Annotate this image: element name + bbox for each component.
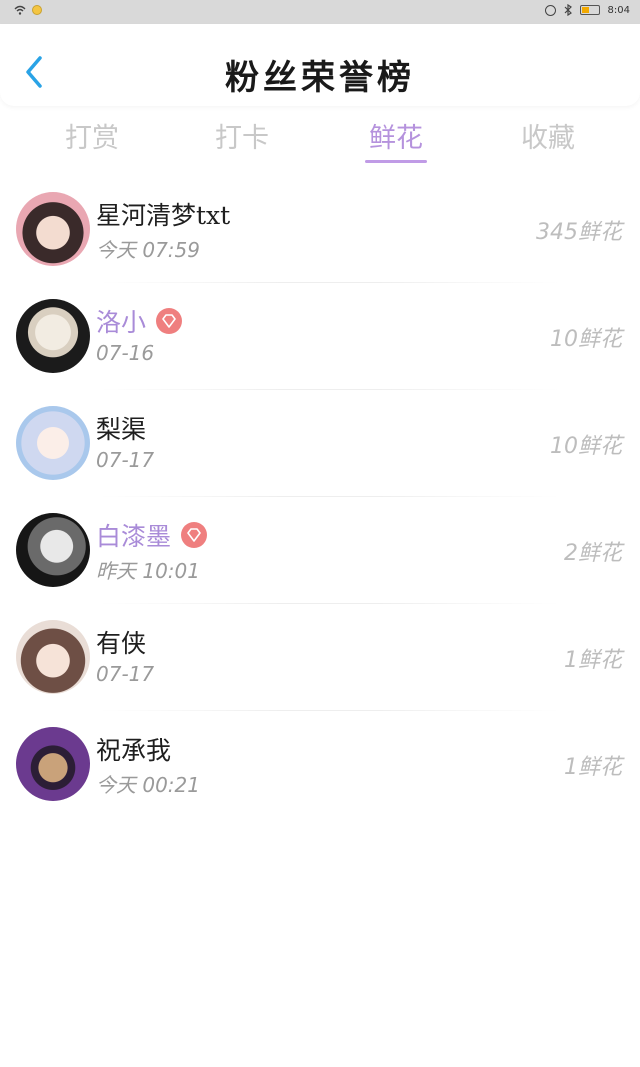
- fan-time: 昨天 10:01: [96, 559, 200, 583]
- fan-time: 今天 07:59: [96, 238, 200, 262]
- tab-bar: 打赏 打卡 鲜花 收藏: [0, 108, 640, 168]
- list-item[interactable]: 星河清梦txt 今天 07:59 345鲜花: [0, 176, 640, 283]
- avatar[interactable]: [16, 406, 90, 480]
- notification-app-icon: [32, 5, 42, 15]
- tab-favorites[interactable]: 收藏: [488, 116, 608, 155]
- avatar[interactable]: [16, 513, 90, 587]
- wifi-icon: [14, 5, 26, 15]
- list-item[interactable]: 洛小 07-16 10鲜花: [0, 283, 640, 390]
- status-bar: 8:04: [0, 0, 640, 24]
- bluetooth-icon: [564, 4, 572, 16]
- app-header: 粉丝荣誉榜: [0, 24, 640, 106]
- alarm-clock-icon: [544, 4, 556, 16]
- flower-count: 10鲜花: [550, 434, 622, 459]
- avatar[interactable]: [16, 620, 90, 694]
- fan-name[interactable]: 洛小: [96, 303, 146, 339]
- avatar[interactable]: [16, 192, 90, 266]
- list-item[interactable]: 有侠 07-17 1鲜花: [0, 604, 640, 711]
- fan-time: 07-17: [96, 662, 155, 686]
- fan-time: 07-16: [96, 341, 155, 365]
- battery-icon: [579, 5, 600, 15]
- status-time: 8:04: [607, 4, 630, 16]
- vip-diamond-icon: [156, 308, 183, 334]
- page-title: 粉丝荣誉榜: [225, 58, 415, 98]
- flower-count: 1鲜花: [564, 755, 622, 780]
- fan-ranking-list: 星河清梦txt 今天 07:59 345鲜花 洛小 07-16 10鲜花 梨渠 …: [0, 176, 640, 818]
- flower-count: 2鲜花: [564, 541, 622, 566]
- tab-checkin[interactable]: 打卡: [182, 116, 302, 155]
- tab-reward[interactable]: 打赏: [32, 116, 152, 155]
- fan-name[interactable]: 有侠: [96, 624, 146, 660]
- list-item[interactable]: 祝承我 今天 00:21 1鲜花: [0, 711, 640, 818]
- list-item[interactable]: 白漆墨 昨天 10:01 2鲜花: [0, 497, 640, 604]
- fan-name[interactable]: 白漆墨: [96, 517, 171, 553]
- fan-name[interactable]: 星河清梦txt: [96, 196, 230, 232]
- tab-flowers[interactable]: 鲜花: [336, 116, 456, 155]
- list-item[interactable]: 梨渠 07-17 10鲜花: [0, 390, 640, 497]
- fan-time: 07-17: [96, 448, 155, 472]
- fan-name[interactable]: 梨渠: [96, 410, 146, 446]
- flower-count: 1鲜花: [564, 648, 622, 673]
- vip-diamond-icon: [181, 522, 208, 548]
- avatar[interactable]: [16, 727, 90, 801]
- active-tab-indicator: [365, 160, 427, 163]
- fan-name[interactable]: 祝承我: [96, 731, 171, 767]
- avatar[interactable]: [16, 299, 90, 373]
- fan-time: 今天 00:21: [96, 773, 200, 797]
- flower-count: 345鲜花: [536, 220, 622, 245]
- flower-count: 10鲜花: [550, 327, 622, 352]
